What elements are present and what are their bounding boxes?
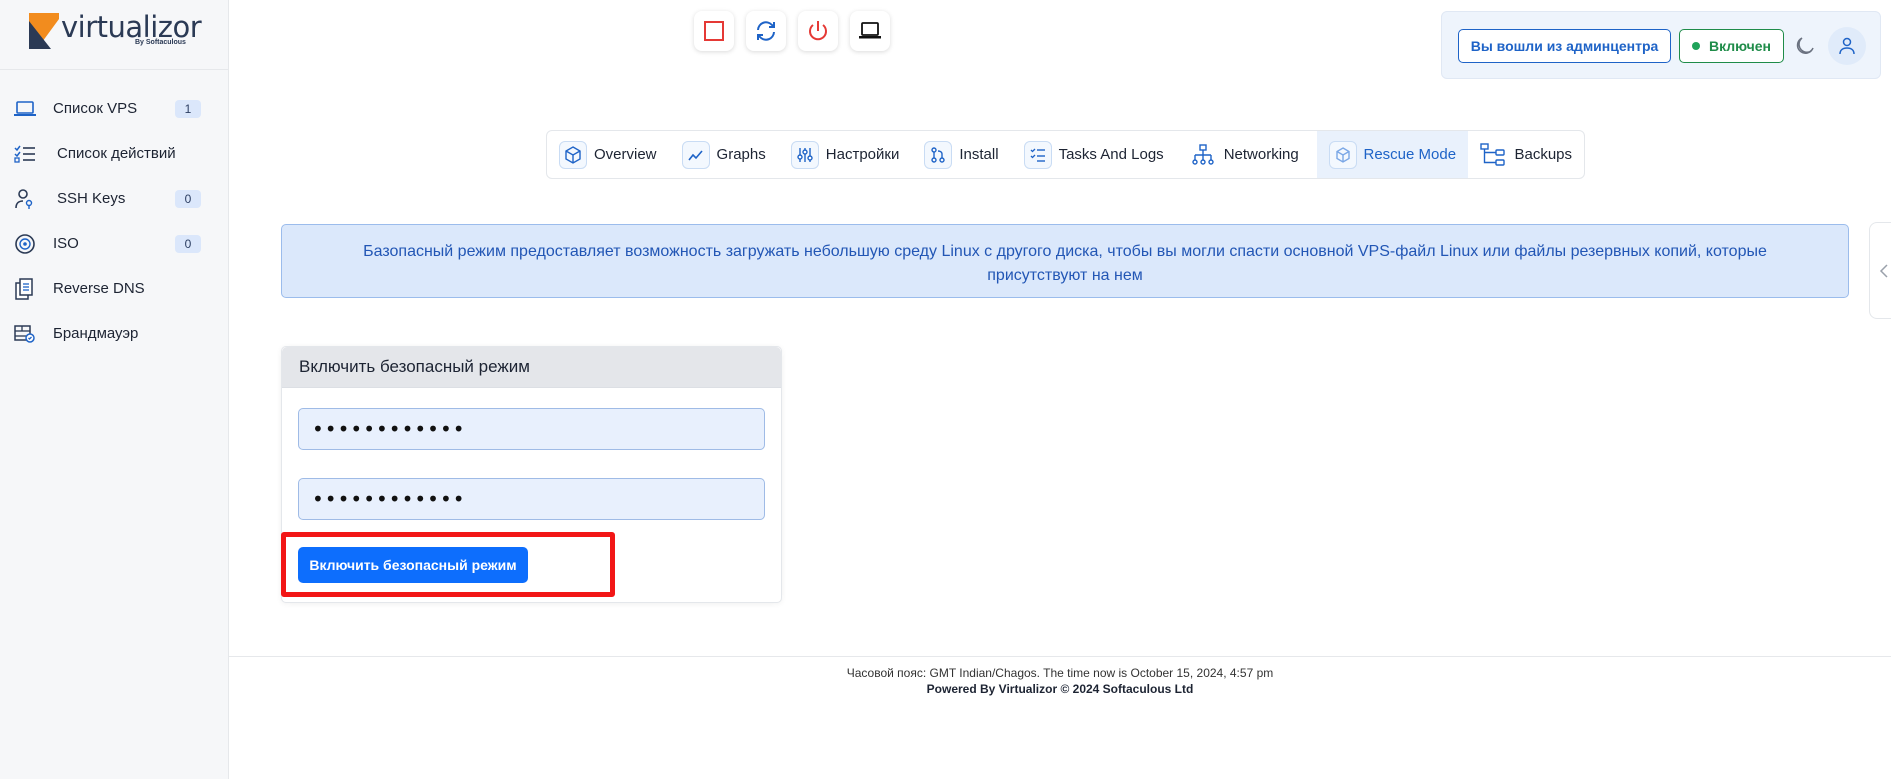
sliders-icon (790, 140, 819, 169)
vps-tabs: Overview Graphs Настройки Install Tasks … (546, 130, 1585, 179)
tab-backups[interactable]: Backups (1479, 131, 1584, 178)
tab-networking[interactable]: Networking (1189, 131, 1311, 178)
ssh-keys-count-badge: 0 (175, 189, 201, 208)
backup-tree-icon (1479, 141, 1507, 169)
enable-rescue-mode-button[interactable]: Включить безопасный режим (298, 547, 528, 583)
power-icon (809, 21, 827, 41)
cube-icon (559, 140, 587, 169)
sidebar-item-label: Список VPS (53, 100, 138, 117)
tab-graphs[interactable]: Graphs (681, 131, 778, 178)
user-key-icon (14, 188, 36, 210)
moon-icon[interactable] (1794, 34, 1816, 56)
sidebar-item-firewall[interactable]: Брандмауэр (0, 311, 228, 356)
vnc-console-button[interactable] (850, 11, 890, 51)
user-avatar-button[interactable] (1828, 27, 1866, 65)
vps-status-button[interactable]: Включен (1679, 29, 1784, 63)
sidebar-item-ssh-keys[interactable]: SSH Keys 0 (0, 176, 228, 221)
rescue-password-input[interactable] (298, 408, 765, 450)
sidebar-item-label: ISO (53, 235, 79, 252)
task-list-icon (14, 143, 36, 165)
firewall-icon (14, 323, 36, 345)
footer: Часовой пояс: GMT Indian/Chagos. The tim… (229, 665, 1891, 697)
rescue-confirm-password-input[interactable] (298, 478, 765, 520)
sidebar-item-label: Список действий (57, 145, 176, 162)
laptop-icon (14, 98, 36, 120)
timezone-text: Часовой пояс: GMT Indian/Chagos. The tim… (846, 666, 1274, 680)
sidebar-item-label: Брандмауэр (53, 325, 139, 342)
virtualizor-logo-icon (29, 13, 59, 49)
stop-vps-button[interactable] (694, 11, 734, 51)
brand-logo[interactable]: virtualizor By Softaculous (0, 0, 228, 70)
stop-icon (704, 21, 724, 41)
footer-divider (229, 656, 1891, 657)
tab-label: Install (959, 146, 999, 163)
sidebar-item-vps-list[interactable]: Список VPS 1 (0, 86, 228, 131)
sidebar-nav: Список VPS 1 Список действий SSH Keys 0 … (0, 70, 228, 356)
enable-rescue-card: Включить безопасный режим Включить безоп… (281, 346, 782, 603)
powered-by-text: Powered By Virtualizor © 2024 Softaculou… (926, 682, 1194, 696)
sidebar-item-label: Reverse DNS (53, 280, 145, 297)
tab-tasks-and-logs[interactable]: Tasks And Logs (1023, 131, 1176, 178)
restart-vps-button[interactable] (746, 11, 786, 51)
console-icon (859, 22, 881, 39)
tab-label: Tasks And Logs (1058, 146, 1164, 163)
sidebar-item-reverse-dns[interactable]: Reverse DNS (0, 266, 228, 311)
tab-label: Настройки (825, 146, 900, 163)
disc-icon (14, 233, 36, 255)
tab-label: Overview (594, 146, 657, 163)
documents-icon (14, 277, 36, 300)
user-panel: Вы вошли из админцентра Включен (1441, 11, 1881, 79)
network-icon (1189, 141, 1217, 169)
user-icon (1839, 37, 1855, 55)
tab-label: Graphs (716, 146, 766, 163)
tab-label: Networking (1223, 146, 1299, 163)
tab-overview[interactable]: Overview (559, 131, 669, 178)
sidebar-item-iso[interactable]: ISO 0 (0, 221, 228, 266)
sidebar: virtualizor By Softaculous Список VPS 1 … (0, 0, 229, 779)
chart-line-icon (681, 140, 710, 169)
tab-install[interactable]: Install (924, 131, 1010, 178)
tab-rescue-mode[interactable]: Rescue Mode (1316, 131, 1469, 178)
rescue-mode-info-alert: Базопасный режим предоставляет возможнос… (281, 224, 1849, 298)
status-dot (1692, 42, 1700, 50)
tab-settings[interactable]: Настройки (790, 131, 912, 178)
side-panel-toggle[interactable] (1869, 222, 1891, 319)
sidebar-item-label: SSH Keys (57, 190, 126, 207)
tab-label: Rescue Mode (1363, 146, 1457, 163)
rescue-cube-icon (1328, 140, 1357, 169)
restart-icon (757, 21, 775, 41)
sidebar-item-task-list[interactable]: Список действий (0, 131, 228, 176)
vps-count-badge: 1 (175, 99, 201, 118)
brand-by: By Softaculous (135, 39, 186, 46)
iso-count-badge: 0 (175, 234, 201, 253)
tab-label: Backups (1514, 146, 1573, 163)
status-label: Включен (1709, 38, 1771, 54)
checklist-icon (1023, 140, 1052, 169)
admin-panel-button[interactable]: Вы вошли из админцентра (1458, 29, 1671, 63)
card-title: Включить безопасный режим (282, 347, 781, 388)
chevron-left-icon (1879, 263, 1888, 278)
power-off-vps-button[interactable] (798, 11, 838, 51)
git-icon (924, 140, 953, 169)
